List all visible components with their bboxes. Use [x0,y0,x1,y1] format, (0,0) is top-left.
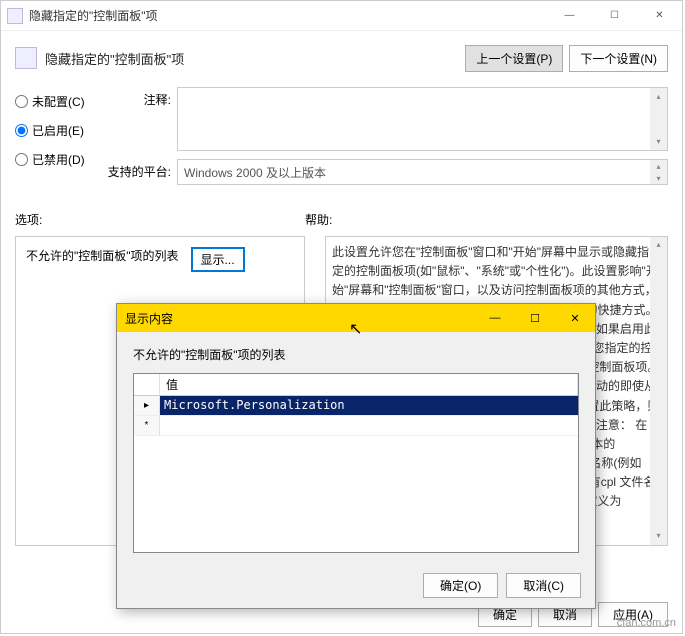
radio-column: 未配置(C) 已启用(E) 已禁用(D) [15,87,105,193]
help-section-label: 帮助: [305,211,332,228]
scroll-down-icon[interactable]: ▾ [650,133,667,150]
policy-title: 隐藏指定的"控制面板"项 [45,49,459,68]
help-scrollbar[interactable]: ▴ ▾ [650,237,667,545]
policy-icon [15,47,37,69]
watermark: cfan.com.cn [617,617,676,629]
row-value-cell[interactable] [160,416,578,435]
titlebar: 隐藏指定的"控制面板"项 — ☐ ✕ [1,1,682,31]
radio-disabled[interactable]: 已禁用(D) [15,151,105,168]
platform-row: 支持的平台: Windows 2000 及以上版本 ▴ ▾ [105,159,668,185]
dialog-ok-button[interactable]: 确定(O) [423,573,498,598]
dialog-maximize-button[interactable]: ☐ [515,304,555,332]
radio-disabled-input[interactable] [15,153,28,166]
grid-header: 值 [134,374,578,396]
dialog-controls: — ☐ ✕ [475,304,595,332]
platform-box: Windows 2000 及以上版本 ▴ ▾ [177,159,668,185]
window-title: 隐藏指定的"控制面板"项 [29,7,547,24]
row-marker: * [134,416,160,435]
scroll-down-icon[interactable]: ▾ [650,528,667,545]
close-button[interactable]: ✕ [637,1,682,30]
dialog-list-label: 不允许的"控制面板"项的列表 [133,346,579,363]
dialog-title: 显示内容 [125,310,475,327]
platform-scrollbar[interactable]: ▴ ▾ [650,160,667,184]
scroll-up-icon[interactable]: ▴ [650,160,667,172]
platform-value: Windows 2000 及以上版本 [184,164,326,181]
scroll-up-icon[interactable]: ▴ [650,237,667,254]
values-grid[interactable]: 值 ▸ Microsoft.Personalization * [133,373,579,553]
row-marker: ▸ [134,396,160,415]
show-button[interactable]: 显示... [191,247,245,272]
grid-corner [134,374,160,395]
table-row[interactable]: ▸ Microsoft.Personalization [134,396,578,416]
header-row: 隐藏指定的"控制面板"项 上一个设置(P) 下一个设置(N) [15,41,668,75]
prev-setting-button[interactable]: 上一个设置(P) [465,45,563,72]
policy-editor-window: 隐藏指定的"控制面板"项 — ☐ ✕ 隐藏指定的"控制面板"项 上一个设置(P)… [0,0,683,634]
radio-disabled-label: 已禁用(D) [32,151,85,168]
grid-col-value[interactable]: 值 [160,374,578,395]
comment-row: 注释: ▴ ▾ [105,87,668,151]
dialog-close-button[interactable]: ✕ [555,304,595,332]
radio-enabled-input[interactable] [15,124,28,137]
minimize-button[interactable]: — [547,1,592,30]
scroll-down-icon[interactable]: ▾ [650,172,667,184]
options-section-label: 选项: [15,211,305,228]
radio-not-configured-label: 未配置(C) [32,93,85,110]
comment-textarea[interactable]: ▴ ▾ [177,87,668,151]
radio-enabled[interactable]: 已启用(E) [15,122,105,139]
next-setting-button[interactable]: 下一个设置(N) [569,45,668,72]
comment-scrollbar[interactable]: ▴ ▾ [650,88,667,150]
dialog-footer: 确定(O) 取消(C) [423,573,581,598]
section-labels: 选项: 帮助: [15,211,668,228]
comment-label: 注释: [105,87,177,151]
radio-not-configured-input[interactable] [15,95,28,108]
show-contents-dialog: 显示内容 — ☐ ✕ 不允许的"控制面板"项的列表 值 ▸ Microsoft.… [116,303,596,609]
table-row[interactable]: * [134,416,578,436]
dialog-cancel-button[interactable]: 取消(C) [506,573,581,598]
row-value-cell[interactable]: Microsoft.Personalization [160,396,578,415]
maximize-button[interactable]: ☐ [592,1,637,30]
scroll-up-icon[interactable]: ▴ [650,88,667,105]
dialog-minimize-button[interactable]: — [475,304,515,332]
window-controls: — ☐ ✕ [547,1,682,30]
radio-not-configured[interactable]: 未配置(C) [15,93,105,110]
options-list-label: 不允许的"控制面板"项的列表 [26,247,179,264]
platform-label: 支持的平台: [105,159,177,185]
dialog-body: 不允许的"控制面板"项的列表 值 ▸ Microsoft.Personaliza… [117,332,595,567]
config-area: 未配置(C) 已启用(E) 已禁用(D) 注释: ▴ ▾ [15,87,668,193]
dialog-titlebar[interactable]: 显示内容 — ☐ ✕ [117,304,595,332]
fields-column: 注释: ▴ ▾ 支持的平台: Windows 2000 及以上版本 ▴ [105,87,668,193]
window-icon [7,8,23,24]
radio-enabled-label: 已启用(E) [32,122,84,139]
